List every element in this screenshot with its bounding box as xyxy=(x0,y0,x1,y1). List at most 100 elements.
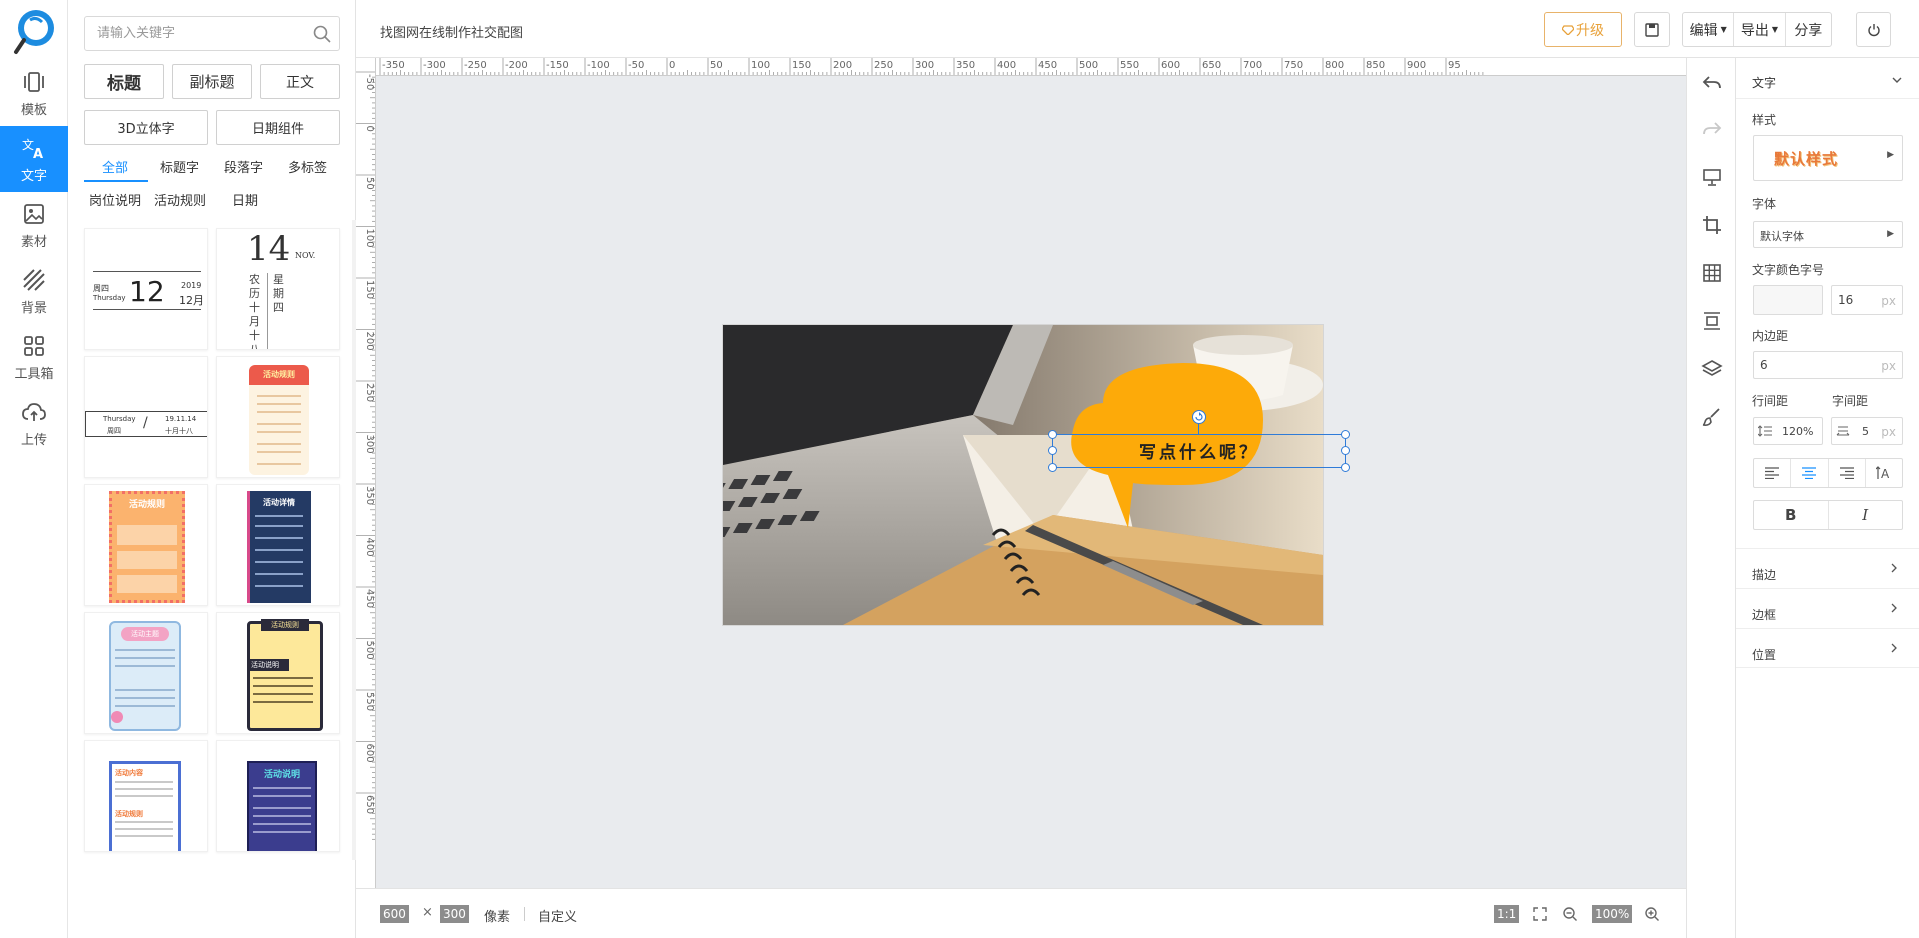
category-tab-title-text[interactable]: 标题字 xyxy=(160,157,199,176)
ruler-label: 450 xyxy=(364,589,375,608)
bold-button[interactable]: B xyxy=(1754,501,1829,529)
card-title: 活动详情 xyxy=(263,498,295,507)
line-height-input[interactable]: 120% xyxy=(1753,417,1823,445)
text-panel: 标题 副标题 正文 3D立体字 日期组件 全部 标题字 段落字 多标签 岗位说明… xyxy=(68,0,356,938)
ruler-label: 500 xyxy=(1079,60,1098,71)
text-align-group: A xyxy=(1753,458,1903,488)
category-tab-paragraph[interactable]: 段落字 xyxy=(224,157,263,176)
design-canvas[interactable] xyxy=(723,325,1323,625)
share-button[interactable]: 分享 xyxy=(1786,13,1831,46)
nav-item-upload[interactable]: 上传 xyxy=(0,390,68,456)
card-day: 14 xyxy=(247,229,291,269)
canvas-width-field[interactable]: 600 xyxy=(380,905,409,923)
template-card-rules-3[interactable]: 活动规则 活动说明 xyxy=(216,612,340,734)
font-size-input[interactable]: 16 px xyxy=(1831,285,1903,315)
nav-item-toolbox[interactable]: 工具箱 xyxy=(0,324,68,390)
card-day: 12 xyxy=(129,275,165,308)
category-tab-multi-label[interactable]: 多标签 xyxy=(288,157,327,176)
search-icon[interactable] xyxy=(312,24,332,44)
resize-handle[interactable] xyxy=(1048,463,1057,472)
ruler-label: 0 xyxy=(364,126,375,132)
svg-text:A: A xyxy=(1881,467,1890,480)
letter-spacing-input[interactable]: 5 px xyxy=(1831,417,1903,445)
template-card-rules-1[interactable]: 活动规则 xyxy=(216,356,340,478)
nav-item-background[interactable]: 背景 xyxy=(0,258,68,324)
app-logo[interactable] xyxy=(10,6,58,56)
align-center-button[interactable] xyxy=(1791,459,1829,487)
ruler-label: 150 xyxy=(364,280,375,299)
category-tab-rules[interactable]: 活动规则 xyxy=(154,190,206,209)
padding-input[interactable]: 6 px xyxy=(1753,351,1903,379)
chevron-down-icon[interactable] xyxy=(1892,76,1902,84)
rotate-handle[interactable] xyxy=(1192,410,1206,424)
table-grid-icon[interactable] xyxy=(1701,262,1723,284)
template-card-content[interactable]: 活动内容 活动规则 xyxy=(84,740,208,852)
add-body-text-button[interactable]: 正文 xyxy=(260,64,340,99)
power-button[interactable] xyxy=(1856,12,1891,47)
align-distribute-icon[interactable] xyxy=(1701,310,1723,332)
add-date-component-button[interactable]: 日期组件 xyxy=(216,110,340,145)
align-center-icon xyxy=(1802,467,1817,479)
ruler-label: -50 xyxy=(364,74,375,90)
undo-icon[interactable] xyxy=(1701,72,1723,94)
redo-icon[interactable] xyxy=(1701,118,1723,140)
add-3d-text-button[interactable]: 3D立体字 xyxy=(84,110,208,145)
template-card-description[interactable]: 活动说明 xyxy=(216,740,340,852)
category-tab-date[interactable]: 日期 xyxy=(232,190,258,209)
zoom-in-icon[interactable] xyxy=(1644,906,1660,922)
custom-size-button[interactable]: 自定义 xyxy=(538,906,577,925)
vertical-text-button[interactable]: A xyxy=(1866,459,1902,487)
add-title-button[interactable]: 标题 xyxy=(84,64,164,99)
keyword-search-input[interactable] xyxy=(84,16,340,51)
text-style-picker[interactable]: 默认样式 ▶ xyxy=(1753,135,1903,181)
nav-item-materials[interactable]: 素材 xyxy=(0,192,68,258)
card-week: 星期四 xyxy=(273,273,284,314)
add-subtitle-button[interactable]: 副标题 xyxy=(172,64,252,99)
rotate-icon xyxy=(1195,412,1203,421)
upgrade-button[interactable]: 升级 xyxy=(1544,12,1622,47)
position-section[interactable]: 位置 xyxy=(1736,628,1919,668)
canvas-height-field[interactable]: 300 xyxy=(440,905,469,923)
save-button[interactable] xyxy=(1634,12,1670,47)
template-card-date-1[interactable]: 周四 Thursday 12 2019 12月 xyxy=(84,228,208,350)
fullscreen-icon[interactable] xyxy=(1532,906,1548,922)
template-card-date-3[interactable]: Thursday 周四 / 19.11.14 十月十八 xyxy=(84,356,208,478)
canvas-text-element[interactable]: 写点什么呢？ xyxy=(1052,438,1346,463)
resize-handle[interactable] xyxy=(1341,463,1350,472)
export-menu-button[interactable]: 导出 ▼ xyxy=(1734,13,1786,46)
text-color-picker[interactable] xyxy=(1753,285,1823,315)
document-title[interactable]: 找图网在线制作社交配图 xyxy=(380,22,523,41)
ruler-label: 250 xyxy=(874,60,893,71)
nav-item-templates[interactable]: 模板 xyxy=(0,60,68,126)
nav-item-text[interactable]: 文A 文字 xyxy=(0,126,68,192)
template-icon xyxy=(24,71,44,92)
border-section[interactable]: 边框 xyxy=(1736,588,1919,628)
nav-item-label: 文字 xyxy=(20,168,47,184)
padding-label: 内边距 xyxy=(1752,329,1789,343)
template-card-date-2[interactable]: 14 NOV. 农历十月十八 星期四 xyxy=(216,228,340,350)
zoom-level[interactable]: 100% xyxy=(1592,905,1633,923)
category-tab-all[interactable]: 全部 xyxy=(102,157,128,176)
template-card-details[interactable]: 活动详情 xyxy=(216,484,340,606)
italic-button[interactable]: I xyxy=(1829,501,1903,529)
category-tab-job[interactable]: 岗位说明 xyxy=(89,190,141,209)
layers-icon[interactable] xyxy=(1701,358,1723,380)
stroke-section[interactable]: 描边 xyxy=(1736,548,1919,588)
crop-icon[interactable] xyxy=(1701,214,1723,236)
font-family-select[interactable]: 默认字体 ▶ xyxy=(1753,221,1903,248)
edit-menu-button[interactable]: 编辑 ▼ xyxy=(1683,13,1735,46)
presentation-icon[interactable] xyxy=(1701,166,1723,188)
align-right-button[interactable] xyxy=(1829,459,1866,487)
template-card-rules-2[interactable]: 活动规则 xyxy=(84,484,208,606)
nav-item-label: 工具箱 xyxy=(14,366,54,382)
zoom-out-icon[interactable] xyxy=(1562,906,1578,922)
align-left-button[interactable] xyxy=(1754,459,1792,487)
top-bar: 找图网在线制作社交配图 升级 编辑 ▼ 导出 ▼ 分享 xyxy=(356,0,1919,58)
ruler-label: 600 xyxy=(364,744,375,763)
format-brush-icon[interactable] xyxy=(1701,406,1723,428)
card-title: 活动规则 xyxy=(263,370,295,379)
actual-size-button[interactable]: 1:1 xyxy=(1494,905,1520,923)
template-card-theme[interactable]: 活动主题 xyxy=(84,612,208,734)
card-section: 活动说明 xyxy=(251,661,279,669)
card-date: 19.11.14 xyxy=(165,415,197,423)
